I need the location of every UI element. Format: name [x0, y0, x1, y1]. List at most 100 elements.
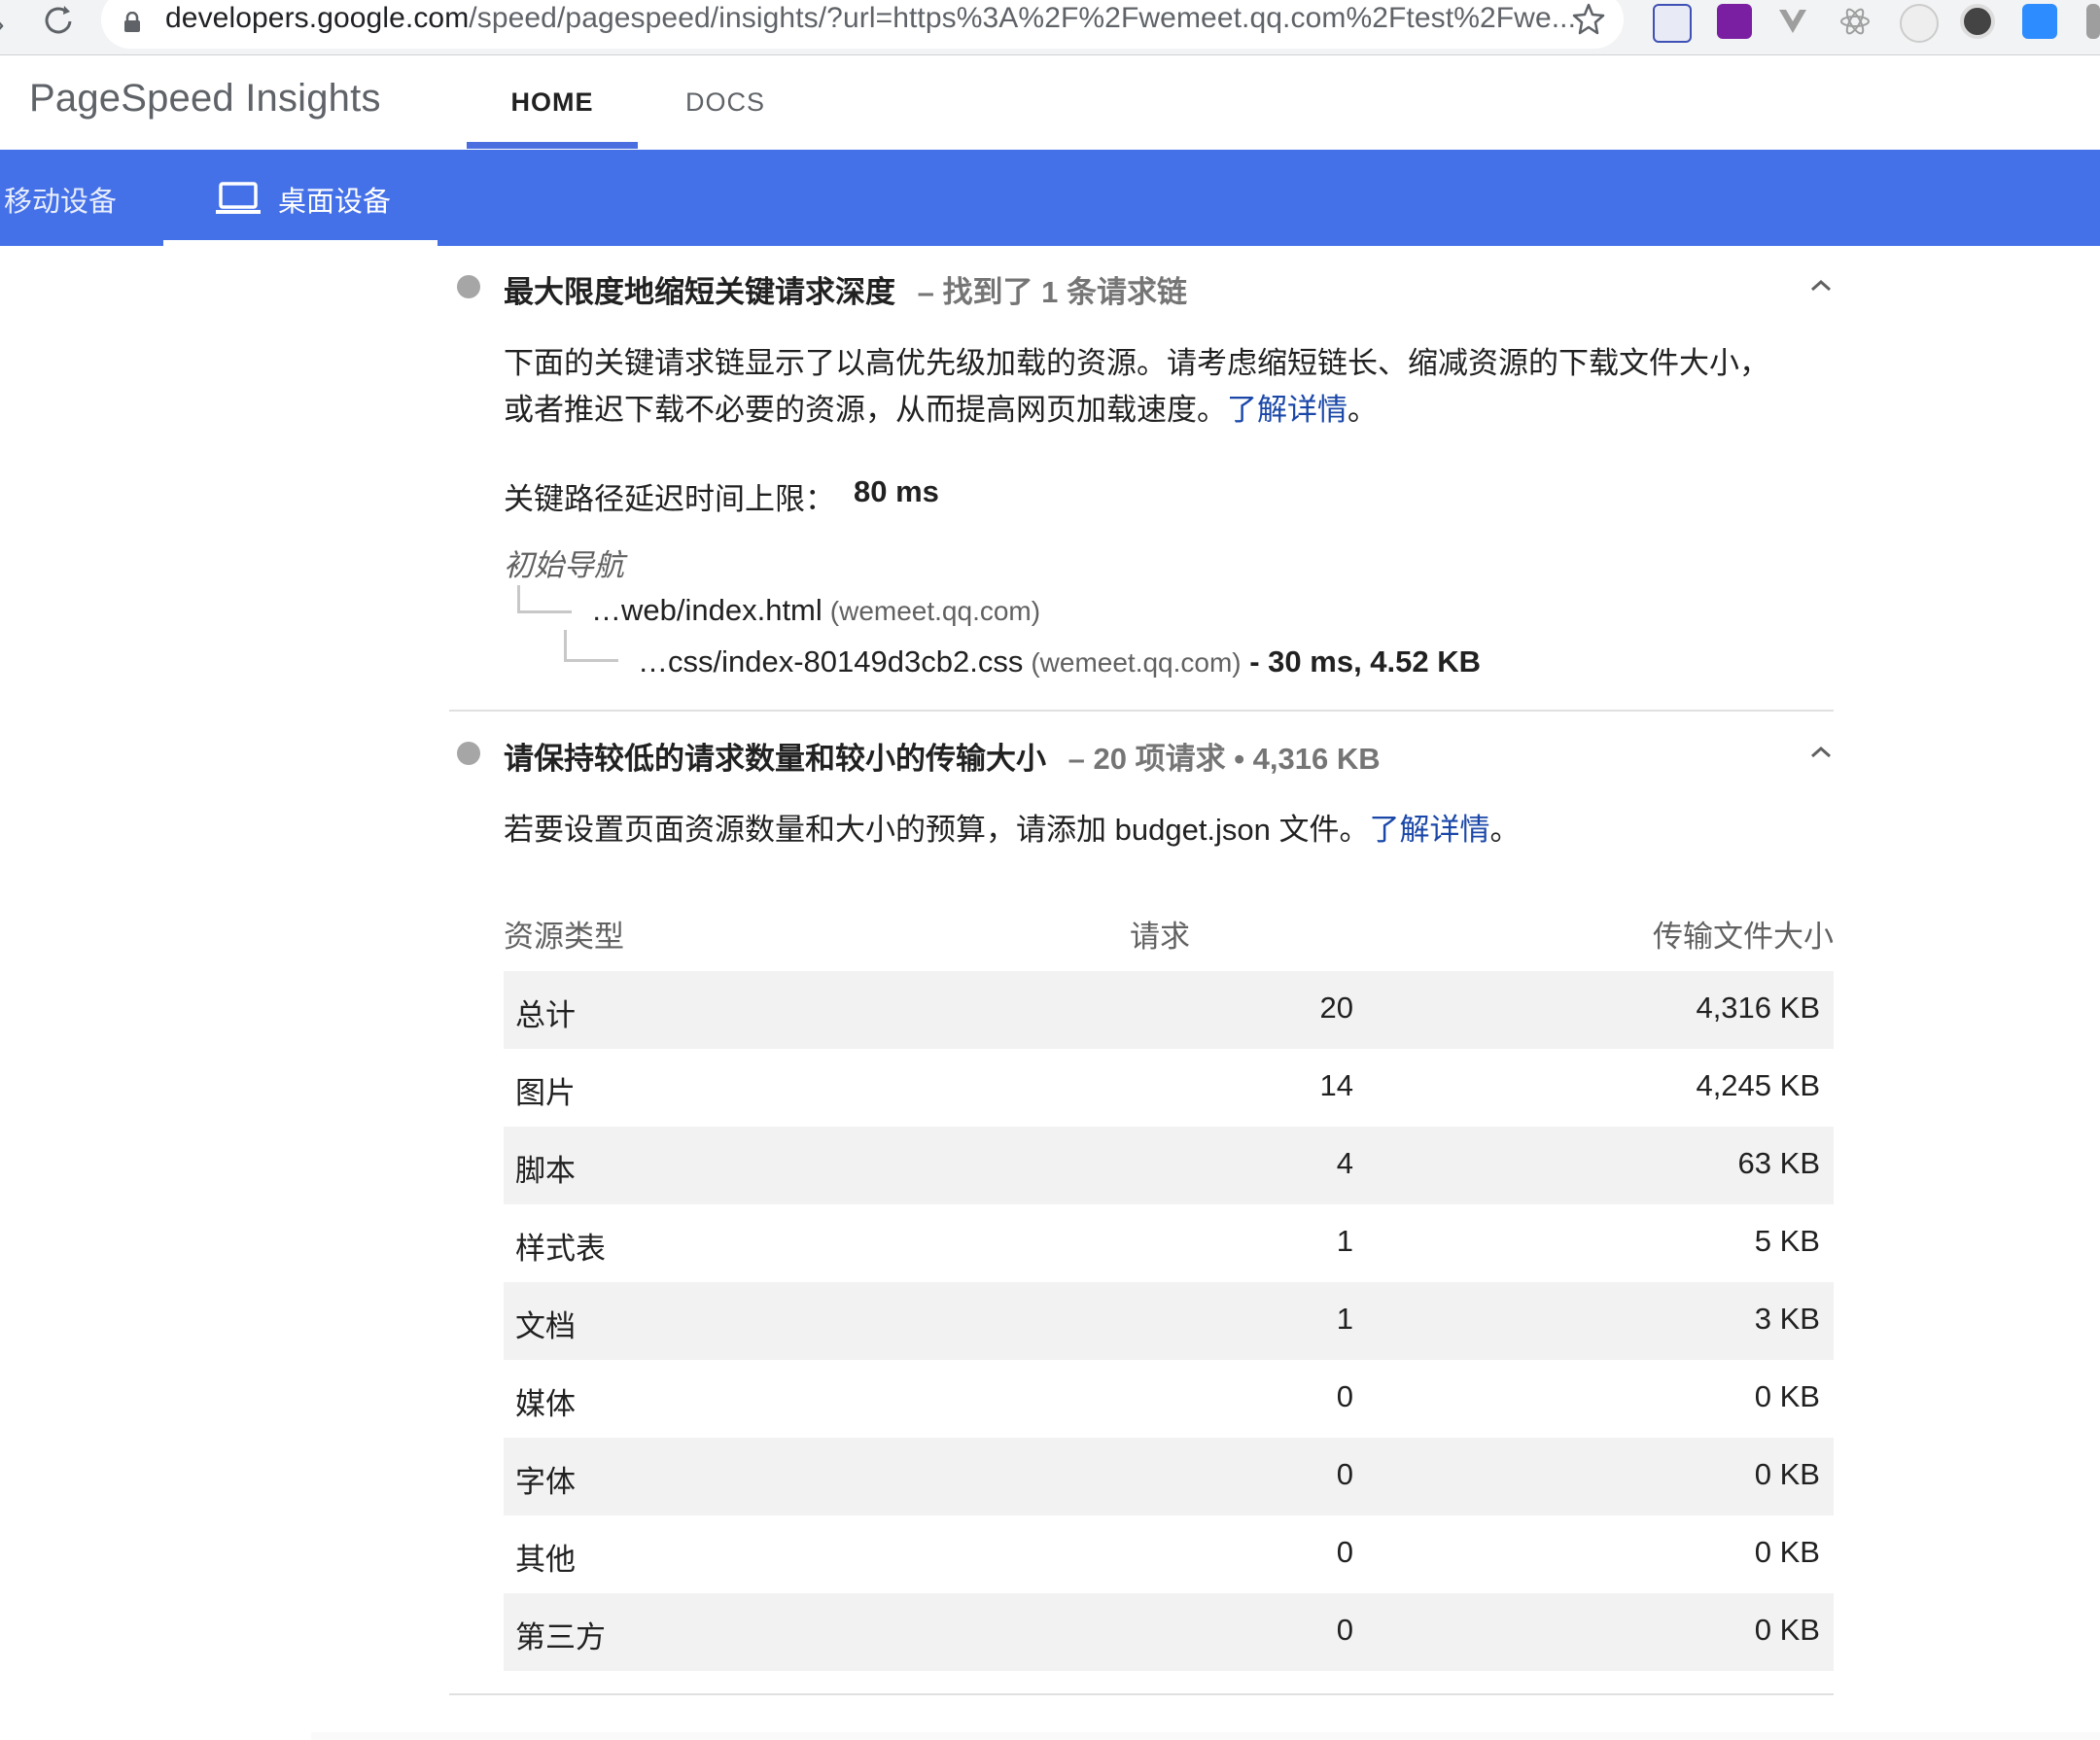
audit-chain-separator: –	[917, 275, 934, 309]
audit-status-dot	[457, 275, 480, 298]
cell-requests: 0	[1336, 1613, 1353, 1647]
extension-vue-icon[interactable]	[1775, 4, 1810, 39]
app-header: PageSpeed Insights HOME DOCS	[0, 55, 2100, 150]
chevron-up-icon[interactable]	[1808, 745, 1834, 760]
audit-chain-title: 最大限度地缩短关键请求深度	[504, 275, 895, 309]
cell-requests: 0	[1336, 1457, 1353, 1491]
table-row: 文档 1 3 KB	[504, 1282, 1834, 1360]
audit-chain-summary: 找到了 1 条请求链	[942, 275, 1187, 309]
chain-node: …web/index.html (wemeet.qq.com)	[591, 593, 1040, 628]
column-header-requests: 请求	[1130, 920, 1190, 954]
address-bar[interactable]: developers.google.com/speed/pagespeed/in…	[101, 0, 1624, 49]
chain-node: …css/index-80149d3cb2.css (wemeet.qq.com)…	[638, 644, 1481, 679]
cell-resource-type: 媒体	[515, 1387, 576, 1421]
cell-transfer-size: 0 KB	[1754, 1613, 1820, 1647]
brand-title: PageSpeed Insights	[29, 77, 381, 120]
extension-rp-icon[interactable]	[1717, 4, 1752, 39]
table-row: 媒体 0 0 KB	[504, 1360, 1834, 1438]
tree-connector	[564, 630, 567, 661]
bottom-edge	[311, 1732, 2100, 1740]
column-header-size: 传输文件大小	[1653, 920, 1834, 954]
device-switcher: 移动设备 桌面设备	[0, 150, 2100, 246]
audit-budget-header[interactable]: 请保持较低的请求数量和较小的传输大小 – 20 项请求 • 4,316 KB	[504, 734, 1381, 778]
learn-more-link[interactable]: 了解详情	[1370, 813, 1490, 847]
audit-budget-title: 请保持较低的请求数量和较小的传输大小	[504, 742, 1046, 776]
cell-resource-type: 文档	[515, 1309, 576, 1343]
extension-circle-icon[interactable]	[1900, 4, 1939, 43]
cell-resource-type: 字体	[515, 1465, 576, 1499]
audit-budget-description: 若要设置页面资源数量和大小的预算，请添加 budget.json 文件。了解详情…	[504, 807, 1845, 853]
cell-resource-type: 总计	[515, 998, 576, 1032]
forward-arrow-icon[interactable]: ›	[0, 6, 5, 42]
cell-requests: 1	[1336, 1302, 1353, 1336]
table-row: 样式表 1 5 KB	[504, 1204, 1834, 1282]
extension-dark-circle-icon[interactable]	[1960, 4, 1995, 39]
chain-node-path: …css/index-80149d3cb2.css	[638, 644, 1024, 679]
cell-requests: 14	[1319, 1068, 1353, 1102]
bookmark-star-icon[interactable]	[1569, 0, 1608, 39]
extension-zoom-icon[interactable]	[2022, 4, 2057, 39]
cell-requests: 1	[1336, 1224, 1353, 1258]
audit-chain-header[interactable]: 最大限度地缩短关键请求深度 – 找到了 1 条请求链	[504, 267, 1187, 311]
extension-partial-icon[interactable]	[2086, 4, 2100, 39]
reload-icon[interactable]	[37, 0, 80, 43]
cell-requests: 4	[1336, 1146, 1353, 1180]
audit-budget-summary: 20 项请求 • 4,316 KB	[1093, 742, 1381, 776]
cell-transfer-size: 3 KB	[1754, 1302, 1820, 1336]
cell-resource-type: 脚本	[515, 1154, 576, 1188]
tree-connector	[517, 610, 572, 613]
chain-node-host: (wemeet.qq.com)	[1031, 647, 1242, 678]
chain-node-stats: - 30 ms, 4.52 KB	[1241, 644, 1482, 679]
chain-node-path: …web/index.html	[591, 593, 822, 627]
cell-requests: 20	[1319, 991, 1353, 1025]
learn-more-link[interactable]: 了解详情	[1227, 393, 1348, 427]
audit-divider	[449, 710, 1834, 712]
active-device-indicator	[163, 240, 438, 246]
chain-root-label: 初始导航	[504, 548, 624, 582]
active-tab-indicator	[467, 142, 638, 149]
table-row: 总计 20 4,316 KB	[504, 971, 1834, 1049]
tree-connector	[564, 659, 618, 662]
audit-chain-description-line2: 或者推迟下载不必要的资源，从而提高网页加载速度。	[504, 393, 1227, 427]
extension-react-icon[interactable]	[1838, 4, 1872, 39]
table-row: 第三方 0 0 KB	[504, 1593, 1834, 1671]
table-row: 脚本 4 63 KB	[504, 1127, 1834, 1204]
critical-path-label: 关键路径延迟时间上限：	[504, 482, 835, 516]
cell-resource-type: 第三方	[515, 1620, 606, 1654]
cell-transfer-size: 63 KB	[1737, 1146, 1820, 1180]
url-text: developers.google.com/speed/pagespeed/in…	[165, 2, 1577, 34]
laptop-icon	[216, 182, 261, 214]
cell-resource-type: 样式表	[515, 1232, 606, 1266]
cell-transfer-size: 0 KB	[1754, 1457, 1820, 1491]
tab-docs[interactable]: DOCS	[657, 55, 793, 150]
description-period: 。	[1348, 393, 1378, 427]
chain-node-host: (wemeet.qq.com)	[829, 596, 1041, 626]
table-row: 图片 14 4,245 KB	[504, 1049, 1834, 1127]
table-row: 其他 0 0 KB	[504, 1515, 1834, 1593]
cell-requests: 0	[1336, 1535, 1353, 1569]
tree-connector	[517, 585, 520, 612]
cell-transfer-size: 4,245 KB	[1696, 1068, 1820, 1102]
column-header-type: 资源类型	[504, 920, 624, 954]
cell-requests: 0	[1336, 1379, 1353, 1413]
cell-transfer-size: 5 KB	[1754, 1224, 1820, 1258]
cell-transfer-size: 0 KB	[1754, 1535, 1820, 1569]
audit-budget-description-text: 若要设置页面资源数量和大小的预算，请添加 budget.json 文件。	[504, 813, 1370, 847]
table-row: 字体 0 0 KB	[504, 1438, 1834, 1515]
audit-status-dot	[457, 742, 480, 765]
tab-home[interactable]: HOME	[467, 55, 638, 150]
browser-toolbar: › developers.google.com/speed/pagespeed/…	[0, 0, 2100, 55]
audit-divider	[449, 1693, 1834, 1695]
lock-icon	[124, 12, 140, 32]
chevron-up-icon[interactable]	[1808, 278, 1834, 294]
description-period: 。	[1489, 813, 1521, 847]
device-tab-mobile[interactable]: 移动设备	[4, 179, 117, 220]
device-tab-desktop[interactable]: 桌面设备	[163, 150, 438, 246]
audit-budget-separator: –	[1068, 742, 1085, 776]
audit-chain-description-line1: 下面的关键请求链显示了以高优先级加载的资源。请考虑缩短链长、缩减资源的下载文件大…	[504, 346, 1769, 380]
device-tab-desktop-label: 桌面设备	[278, 187, 392, 218]
extension-translate-icon[interactable]	[1653, 4, 1692, 43]
cell-resource-type: 图片	[515, 1076, 576, 1110]
audit-chain-description: 下面的关键请求链显示了以高优先级加载的资源。请考虑缩短链长、缩减资源的下载文件大…	[504, 340, 1845, 434]
critical-path-value: 80 ms	[854, 474, 939, 508]
